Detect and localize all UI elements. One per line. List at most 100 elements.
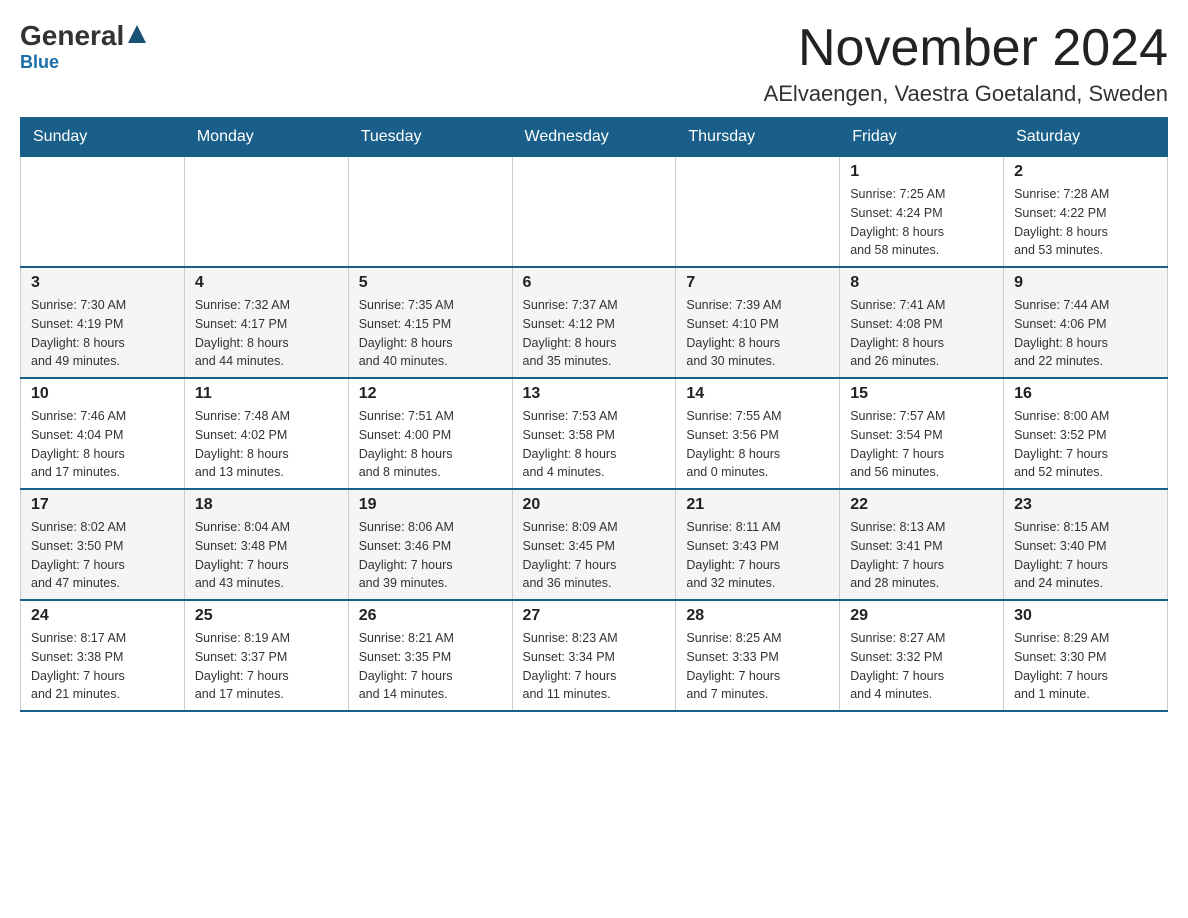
day-number: 10 bbox=[31, 385, 174, 403]
column-header-monday: Monday bbox=[184, 118, 348, 157]
day-info: Sunrise: 7:32 AMSunset: 4:17 PMDaylight:… bbox=[195, 296, 338, 371]
day-number: 28 bbox=[686, 607, 829, 625]
day-info: Sunrise: 7:30 AMSunset: 4:19 PMDaylight:… bbox=[31, 296, 174, 371]
day-number: 15 bbox=[850, 385, 993, 403]
day-number: 29 bbox=[850, 607, 993, 625]
calendar-week-row: 24 Sunrise: 8:17 AMSunset: 3:38 PMDayligh… bbox=[21, 600, 1168, 711]
calendar-cell: 8 Sunrise: 7:41 AMSunset: 4:08 PMDaylight… bbox=[840, 267, 1004, 378]
day-number: 30 bbox=[1014, 607, 1157, 625]
day-number: 17 bbox=[31, 496, 174, 514]
calendar-cell: 4 Sunrise: 7:32 AMSunset: 4:17 PMDaylight… bbox=[184, 267, 348, 378]
day-info: Sunrise: 7:28 AMSunset: 4:22 PMDaylight:… bbox=[1014, 185, 1157, 260]
day-info: Sunrise: 7:44 AMSunset: 4:06 PMDaylight:… bbox=[1014, 296, 1157, 371]
day-number: 23 bbox=[1014, 496, 1157, 514]
day-number: 12 bbox=[359, 385, 502, 403]
calendar-cell: 28 Sunrise: 8:25 AMSunset: 3:33 PMDayligh… bbox=[676, 600, 840, 711]
calendar-cell: 1 Sunrise: 7:25 AMSunset: 4:24 PMDaylight… bbox=[840, 157, 1004, 268]
day-number: 11 bbox=[195, 385, 338, 403]
day-info: Sunrise: 8:00 AMSunset: 3:52 PMDaylight:… bbox=[1014, 407, 1157, 482]
day-info: Sunrise: 8:09 AMSunset: 3:45 PMDaylight:… bbox=[523, 518, 666, 593]
day-info: Sunrise: 8:11 AMSunset: 3:43 PMDaylight:… bbox=[686, 518, 829, 593]
day-number: 16 bbox=[1014, 385, 1157, 403]
day-info: Sunrise: 8:29 AMSunset: 3:30 PMDaylight:… bbox=[1014, 629, 1157, 704]
day-number: 6 bbox=[523, 274, 666, 292]
calendar-cell bbox=[184, 157, 348, 268]
day-info: Sunrise: 7:35 AMSunset: 4:15 PMDaylight:… bbox=[359, 296, 502, 371]
calendar-cell bbox=[676, 157, 840, 268]
page-header: General Blue November 2024 AElvaengen, V… bbox=[20, 20, 1168, 107]
day-info: Sunrise: 8:21 AMSunset: 3:35 PMDaylight:… bbox=[359, 629, 502, 704]
calendar-table: SundayMondayTuesdayWednesdayThursdayFrid… bbox=[20, 117, 1168, 712]
day-number: 8 bbox=[850, 274, 993, 292]
day-info: Sunrise: 7:41 AMSunset: 4:08 PMDaylight:… bbox=[850, 296, 993, 371]
calendar-cell: 25Sunrise: 8:19 AMSunset: 3:37 PMDayligh… bbox=[184, 600, 348, 711]
location-title: AElvaengen, Vaestra Goetaland, Sweden bbox=[764, 81, 1168, 107]
day-number: 4 bbox=[195, 274, 338, 292]
day-info: Sunrise: 7:51 AMSunset: 4:00 PMDaylight:… bbox=[359, 407, 502, 482]
calendar-cell bbox=[512, 157, 676, 268]
day-info: Sunrise: 7:25 AMSunset: 4:24 PMDaylight:… bbox=[850, 185, 993, 260]
day-number: 26 bbox=[359, 607, 502, 625]
calendar-cell: 7 Sunrise: 7:39 AMSunset: 4:10 PMDaylight… bbox=[676, 267, 840, 378]
column-header-thursday: Thursday bbox=[676, 118, 840, 157]
day-number: 1 bbox=[850, 163, 993, 181]
day-number: 22 bbox=[850, 496, 993, 514]
logo-general-text: General bbox=[20, 20, 124, 52]
day-info: Sunrise: 7:37 AMSunset: 4:12 PMDaylight:… bbox=[523, 296, 666, 371]
calendar-cell: 11 Sunrise: 7:48 AMSunset: 4:02 PMDayligh… bbox=[184, 378, 348, 489]
calendar-week-row: 17 Sunrise: 8:02 AMSunset: 3:50 PMDayligh… bbox=[21, 489, 1168, 600]
calendar-cell: 20Sunrise: 8:09 AMSunset: 3:45 PMDayligh… bbox=[512, 489, 676, 600]
calendar-week-row: 1 Sunrise: 7:25 AMSunset: 4:24 PMDaylight… bbox=[21, 157, 1168, 268]
calendar-cell: 19 Sunrise: 8:06 AMSunset: 3:46 PMDayligh… bbox=[348, 489, 512, 600]
calendar-cell: 16 Sunrise: 8:00 AMSunset: 3:52 PMDayligh… bbox=[1004, 378, 1168, 489]
calendar-cell: 26 Sunrise: 8:21 AMSunset: 3:35 PMDayligh… bbox=[348, 600, 512, 711]
day-number: 18 bbox=[195, 496, 338, 514]
column-header-friday: Friday bbox=[840, 118, 1004, 157]
column-header-tuesday: Tuesday bbox=[348, 118, 512, 157]
calendar-cell: 12 Sunrise: 7:51 AMSunset: 4:00 PMDayligh… bbox=[348, 378, 512, 489]
column-header-sunday: Sunday bbox=[21, 118, 185, 157]
calendar-cell: 13 Sunrise: 7:53 AMSunset: 3:58 PMDayligh… bbox=[512, 378, 676, 489]
calendar-cell: 2Sunrise: 7:28 AMSunset: 4:22 PMDaylight… bbox=[1004, 157, 1168, 268]
calendar-cell: 17 Sunrise: 8:02 AMSunset: 3:50 PMDayligh… bbox=[21, 489, 185, 600]
calendar-cell: 9 Sunrise: 7:44 AMSunset: 4:06 PMDaylight… bbox=[1004, 267, 1168, 378]
day-number: 19 bbox=[359, 496, 502, 514]
logo: General Blue bbox=[20, 20, 150, 73]
day-info: Sunrise: 8:13 AMSunset: 3:41 PMDaylight:… bbox=[850, 518, 993, 593]
day-info: Sunrise: 8:15 AMSunset: 3:40 PMDaylight:… bbox=[1014, 518, 1157, 593]
day-number: 13 bbox=[523, 385, 666, 403]
logo-blue-text: Blue bbox=[20, 52, 59, 73]
day-info: Sunrise: 7:39 AMSunset: 4:10 PMDaylight:… bbox=[686, 296, 829, 371]
calendar-cell: 27Sunrise: 8:23 AMSunset: 3:34 PMDayligh… bbox=[512, 600, 676, 711]
column-header-wednesday: Wednesday bbox=[512, 118, 676, 157]
day-number: 24 bbox=[31, 607, 174, 625]
calendar-cell: 22 Sunrise: 8:13 AMSunset: 3:41 PMDayligh… bbox=[840, 489, 1004, 600]
calendar-cell: 3Sunrise: 7:30 AMSunset: 4:19 PMDaylight… bbox=[21, 267, 185, 378]
calendar-cell: 18Sunrise: 8:04 AMSunset: 3:48 PMDayligh… bbox=[184, 489, 348, 600]
day-info: Sunrise: 7:48 AMSunset: 4:02 PMDaylight:… bbox=[195, 407, 338, 482]
day-info: Sunrise: 8:25 AMSunset: 3:33 PMDaylight:… bbox=[686, 629, 829, 704]
calendar-cell: 15 Sunrise: 7:57 AMSunset: 3:54 PMDayligh… bbox=[840, 378, 1004, 489]
column-header-saturday: Saturday bbox=[1004, 118, 1168, 157]
day-info: Sunrise: 8:02 AMSunset: 3:50 PMDaylight:… bbox=[31, 518, 174, 593]
day-info: Sunrise: 7:53 AMSunset: 3:58 PMDaylight:… bbox=[523, 407, 666, 482]
logo-triangle-icon bbox=[126, 23, 148, 45]
day-info: Sunrise: 7:57 AMSunset: 3:54 PMDaylight:… bbox=[850, 407, 993, 482]
calendar-week-row: 10Sunrise: 7:46 AMSunset: 4:04 PMDayligh… bbox=[21, 378, 1168, 489]
calendar-cell: 10Sunrise: 7:46 AMSunset: 4:04 PMDayligh… bbox=[21, 378, 185, 489]
day-number: 7 bbox=[686, 274, 829, 292]
calendar-cell bbox=[21, 157, 185, 268]
day-info: Sunrise: 8:17 AMSunset: 3:38 PMDaylight:… bbox=[31, 629, 174, 704]
calendar-cell: 5 Sunrise: 7:35 AMSunset: 4:15 PMDaylight… bbox=[348, 267, 512, 378]
day-number: 27 bbox=[523, 607, 666, 625]
day-number: 5 bbox=[359, 274, 502, 292]
calendar-cell: 30 Sunrise: 8:29 AMSunset: 3:30 PMDayligh… bbox=[1004, 600, 1168, 711]
day-info: Sunrise: 8:27 AMSunset: 3:32 PMDaylight:… bbox=[850, 629, 993, 704]
title-block: November 2024 AElvaengen, Vaestra Goetal… bbox=[764, 20, 1168, 107]
day-number: 14 bbox=[686, 385, 829, 403]
day-info: Sunrise: 7:55 AMSunset: 3:56 PMDaylight:… bbox=[686, 407, 829, 482]
calendar-cell: 24 Sunrise: 8:17 AMSunset: 3:38 PMDayligh… bbox=[21, 600, 185, 711]
calendar-cell: 23 Sunrise: 8:15 AMSunset: 3:40 PMDayligh… bbox=[1004, 489, 1168, 600]
day-number: 9 bbox=[1014, 274, 1157, 292]
day-info: Sunrise: 8:06 AMSunset: 3:46 PMDaylight:… bbox=[359, 518, 502, 593]
